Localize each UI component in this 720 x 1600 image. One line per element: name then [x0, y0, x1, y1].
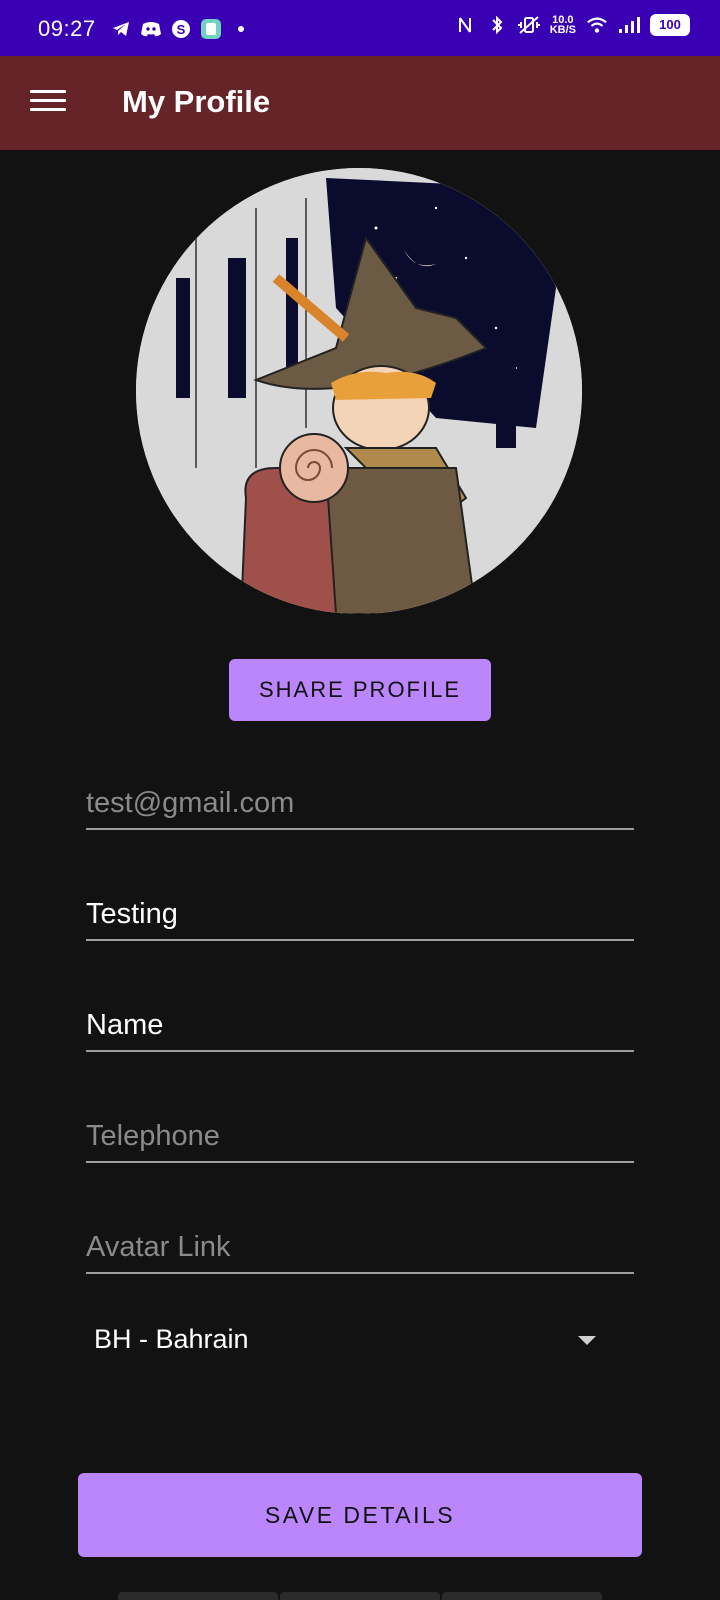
vibrate-icon [517, 14, 540, 36]
app-icon [200, 18, 222, 40]
status-bar: 09:27 S 10.0 KB/S 100 [0, 0, 720, 56]
network-speed-unit: KB/S [549, 24, 576, 36]
dropdown-arrow-icon [578, 1336, 596, 1345]
name-field[interactable]: Name [86, 990, 634, 1052]
email-placeholder: test@gmail.com [86, 787, 295, 819]
telephone-field[interactable]: Telephone [86, 1101, 634, 1163]
bluetooth-icon [486, 14, 508, 36]
menu-icon[interactable] [28, 84, 68, 124]
avatar-link-field[interactable]: Avatar Link [86, 1212, 634, 1274]
nfc-icon [454, 14, 476, 36]
avatar-link-placeholder: Avatar Link [86, 1231, 231, 1263]
username-value: Testing [86, 898, 178, 930]
nav-segment [280, 1592, 440, 1600]
network-speed: 10.0 KB/S [549, 15, 576, 36]
bottom-nav-peek [118, 1592, 602, 1600]
email-field[interactable]: test@gmail.com [86, 768, 634, 830]
country-select[interactable]: BH - Bahrain [86, 1308, 634, 1372]
app-bar: My Profile [0, 56, 720, 150]
status-time: 09:27 [38, 16, 96, 41]
save-details-button[interactable]: SAVE DETAILS [78, 1473, 642, 1557]
nav-segment [442, 1592, 602, 1600]
system-icons: 10.0 KB/S 100 [454, 14, 690, 36]
telephone-placeholder: Telephone [86, 1120, 220, 1152]
name-value: Name [86, 1009, 164, 1041]
telegram-icon [110, 18, 132, 40]
dot-icon [230, 18, 252, 40]
page-title: My Profile [122, 84, 271, 119]
notification-icons: S [110, 18, 252, 40]
battery-indicator: 100 [650, 14, 690, 36]
skype-icon: S [170, 18, 192, 40]
country-selected-value: BH - Bahrain [94, 1324, 249, 1354]
wifi-icon [586, 14, 608, 36]
profile-avatar [136, 168, 582, 614]
discord-icon [140, 18, 162, 40]
svg-text:S: S [177, 22, 186, 37]
share-profile-button[interactable]: SHARE PROFILE [229, 659, 491, 721]
username-field[interactable]: Testing [86, 879, 634, 941]
nav-segment [118, 1592, 278, 1600]
signal-icon [618, 14, 640, 36]
